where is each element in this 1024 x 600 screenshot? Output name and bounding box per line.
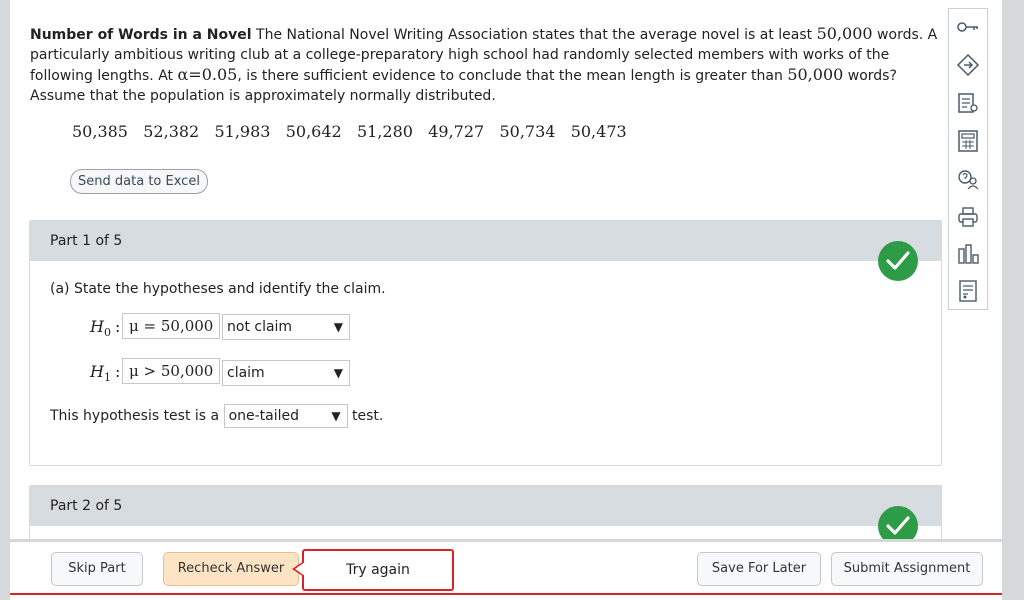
problem-number-50000-b: 50,000: [787, 65, 844, 84]
recheck-answer-button[interactable]: Recheck Answer: [163, 552, 299, 586]
problem-statement: Number of Words in a Novel The National …: [30, 24, 945, 106]
h1-input[interactable]: μ > 50,000: [122, 358, 221, 384]
worksheet-icon[interactable]: [956, 279, 980, 303]
alpha-symbol: α: [177, 65, 189, 84]
page: Number of Words in a Novel The National …: [10, 0, 1002, 597]
part-2-header: Part 2 of 5: [30, 486, 941, 526]
test-type-value: one-tailed: [228, 408, 300, 424]
h1-label: H1:: [90, 362, 121, 385]
submit-assignment-button[interactable]: Submit Assignment: [831, 552, 983, 586]
part-2-panel: Part 2 of 5: [29, 485, 942, 546]
h0-claim-value: not claim: [227, 319, 293, 335]
send-to-excel-button[interactable]: Send data to Excel: [70, 169, 208, 194]
part-1-panel: Part 1 of 5 (a) State the hypotheses and…: [29, 220, 942, 466]
calculator-icon[interactable]: [956, 129, 980, 153]
h1-claim-value: claim: [227, 365, 265, 381]
dropdown-arrow-icon: ▼: [333, 366, 343, 380]
glossary-icon[interactable]: [956, 167, 980, 191]
h0-input[interactable]: μ = 50,000: [122, 313, 221, 339]
test-type-line: This hypothesis test is a one-tailed ▼ te…: [50, 404, 383, 428]
problem-text-3: , is there sufficient evidence to conclu…: [237, 68, 783, 84]
save-for-later-button[interactable]: Save For Later: [697, 552, 821, 586]
print-icon[interactable]: [956, 205, 980, 229]
test-suffix: test.: [352, 408, 384, 424]
problem-title: Number of Words in a Novel: [30, 27, 252, 43]
correct-check-icon: [878, 241, 918, 281]
explain-icon[interactable]: [956, 91, 980, 115]
chart-icon[interactable]: [956, 243, 980, 267]
h1-claim-select[interactable]: claim ▼: [222, 360, 350, 386]
try-again-tooltip: Try again: [292, 549, 454, 591]
alpha-equals: =: [188, 65, 202, 84]
dropdown-arrow-icon: ▼: [331, 409, 341, 423]
dropdown-arrow-icon: ▼: [333, 320, 343, 334]
tools-panel: [948, 8, 988, 310]
part-1-header: Part 1 of 5: [30, 221, 941, 261]
h0-claim-select[interactable]: not claim ▼: [222, 314, 350, 340]
part-1-question: (a) State the hypotheses and identify th…: [50, 281, 386, 297]
data-values: 50,385 52,382 51,983 50,642 51,280 49,72…: [72, 122, 627, 141]
test-prefix: This hypothesis test is a: [50, 408, 220, 424]
key-icon[interactable]: [956, 15, 980, 39]
test-type-select[interactable]: one-tailed ▼: [223, 404, 348, 428]
reading-icon[interactable]: [956, 53, 980, 77]
problem-text-1: The National Novel Writing Association s…: [256, 27, 813, 43]
skip-part-button[interactable]: Skip Part: [51, 552, 143, 586]
error-underline: [10, 593, 1002, 595]
problem-number-50000: 50,000: [816, 24, 873, 43]
h0-label: H0:: [90, 317, 121, 340]
alpha-value: 0.05: [201, 65, 238, 84]
